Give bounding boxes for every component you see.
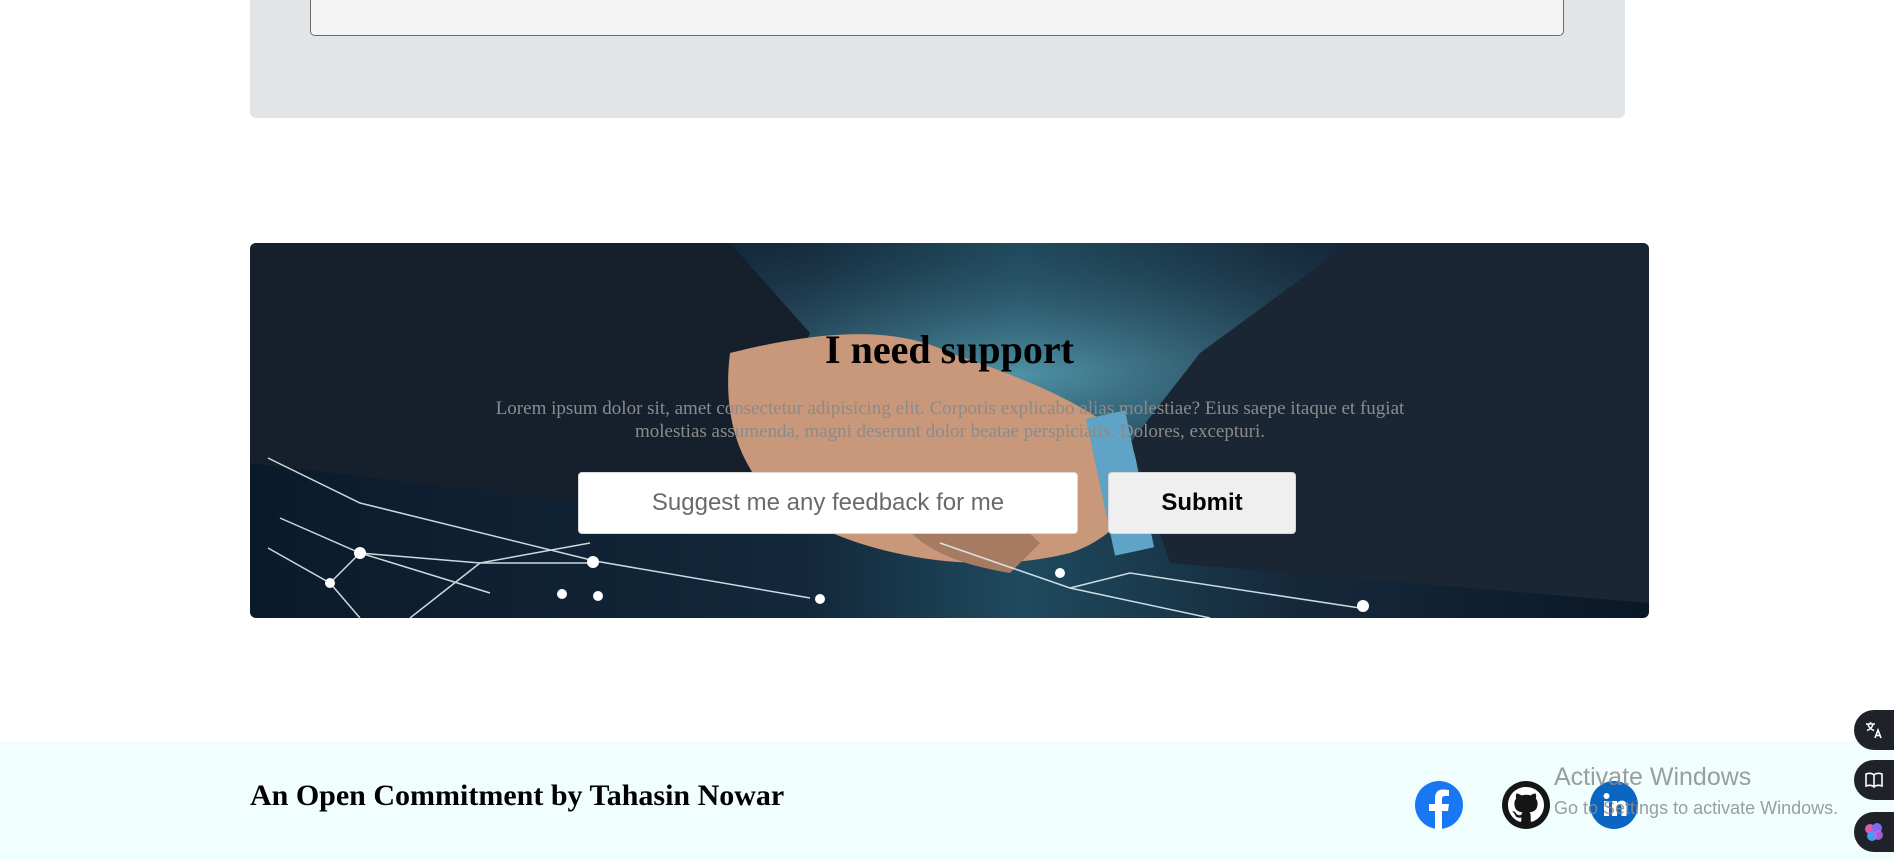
watermark-line2: Go to Settings to activate Windows. [1554, 798, 1839, 818]
translate-icon [1866, 722, 1882, 739]
submit-button[interactable]: Submit [1108, 472, 1296, 534]
message-textarea[interactable] [310, 0, 1564, 36]
support-description: Lorem ipsum dolor sit, amet consectetur … [495, 398, 1405, 442]
support-title: I need support [825, 327, 1074, 373]
brain-icon [1865, 823, 1883, 841]
top-panel [250, 0, 1625, 118]
watermark-line1: Activate Windows [1554, 763, 1752, 791]
book-icon [1865, 772, 1883, 789]
footer-title: An Open Commitment by Tahasin Nowar [250, 779, 785, 812]
facebook-icon[interactable] [1415, 781, 1463, 829]
ai-assistant-button[interactable] [1854, 812, 1894, 852]
activate-windows-watermark: Activate Windows Go to Settings to activ… [1554, 763, 1838, 819]
feedback-input[interactable] [578, 472, 1078, 534]
github-icon[interactable] [1502, 781, 1550, 829]
translate-button[interactable] [1854, 710, 1894, 750]
reader-button[interactable] [1854, 760, 1894, 800]
support-section: I need support Lorem ipsum dolor sit, am… [250, 243, 1649, 618]
